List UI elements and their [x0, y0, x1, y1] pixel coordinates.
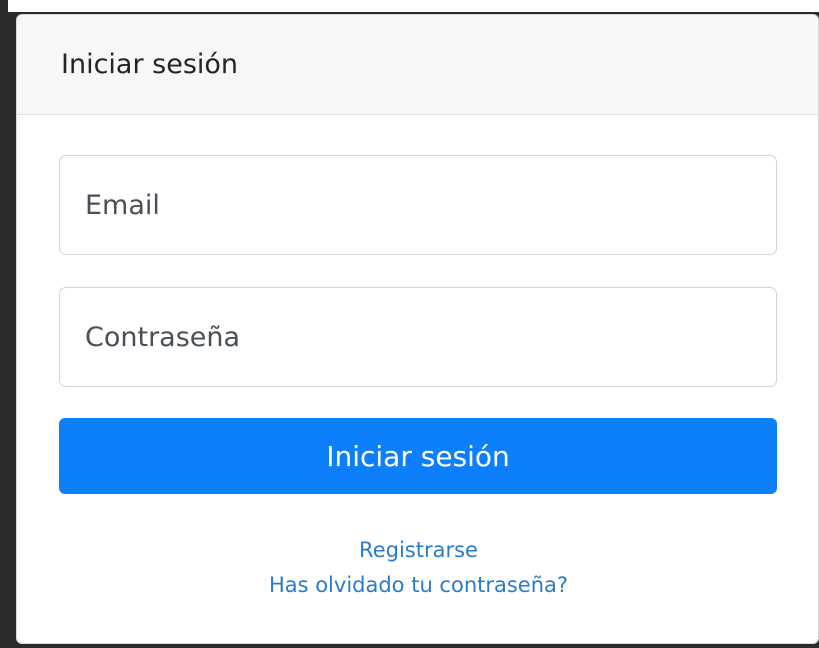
card-title: Iniciar sesión: [61, 49, 239, 80]
card-header: Iniciar sesión: [17, 15, 818, 115]
password-field[interactable]: [59, 287, 777, 387]
top-strip: [0, 0, 819, 12]
login-card: Iniciar sesión Iniciar sesión Registrars…: [16, 14, 819, 644]
window-frame: [0, 0, 8, 648]
auth-links: Registrarse Has olvidado tu contraseña?: [17, 533, 818, 603]
forgot-password-link[interactable]: Has olvidado tu contraseña?: [17, 568, 818, 603]
login-button[interactable]: Iniciar sesión: [59, 418, 777, 494]
bottom-strip: [0, 644, 819, 648]
register-link[interactable]: Registrarse: [17, 533, 818, 568]
email-field[interactable]: [59, 155, 777, 255]
